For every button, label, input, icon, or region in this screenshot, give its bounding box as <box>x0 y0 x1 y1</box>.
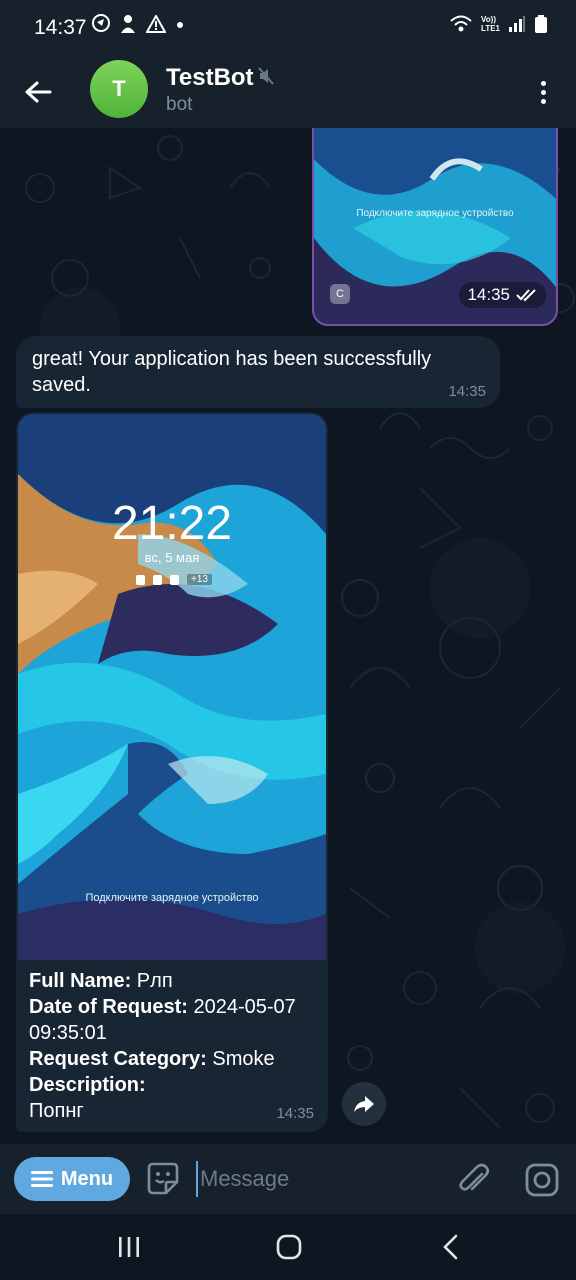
notification-person-icon <box>121 15 135 33</box>
image-badge: C <box>330 284 350 304</box>
message-time: 14:35 <box>276 1105 314 1122</box>
system-navigation-bar <box>0 1214 576 1280</box>
dot-icon <box>177 22 183 28</box>
home-icon[interactable] <box>274 1232 304 1262</box>
caption-line-date: Date of Request: 2024-05-07 09:35:01 <box>29 994 321 1046</box>
hamburger-icon <box>30 1171 53 1187</box>
notification-icon <box>170 574 179 585</box>
bot-menu-button[interactable]: Menu <box>14 1157 130 1201</box>
maps-pin-icon <box>92 14 110 32</box>
chat-area[interactable]: Подключите зарядное устройство C 14:35 g… <box>0 128 576 1144</box>
message-composer: Menu <box>0 1144 576 1214</box>
status-notification-icons <box>92 14 185 34</box>
caption-label: Date of Request: <box>29 996 188 1018</box>
caption-value: Рлп <box>131 970 173 992</box>
battery-icon <box>535 15 547 33</box>
back-arrow-icon <box>25 81 52 103</box>
message-text: great! Your application has been success… <box>32 348 432 396</box>
message-caption: Full Name: Рлп Date of Request: 2024-05-… <box>29 968 321 1124</box>
signal-icon <box>509 16 525 32</box>
caption-label: Full Name: <box>29 970 132 992</box>
notification-icon <box>153 574 162 585</box>
warning-icon <box>146 15 166 33</box>
lockscreen-clock: 21:22 <box>111 497 233 550</box>
chat-subtitle: bot <box>166 94 193 115</box>
incoming-text-message[interactable]: great! Your application has been success… <box>16 336 500 408</box>
message-time-pill: 14:35 <box>459 282 546 308</box>
volte-label: Vo)) <box>481 15 496 24</box>
status-system-icons: Vo)) LTE1 <box>449 14 548 34</box>
caption-value: Попнг <box>29 1100 84 1122</box>
notification-icon <box>136 574 145 585</box>
lockscreen-screenshot[interactable]: 21:22 вс, 5 мая +13 Подключите зарядное … <box>18 414 326 960</box>
more-options-button[interactable] <box>528 70 558 114</box>
share-icon <box>354 1096 374 1112</box>
mute-icon <box>258 67 274 85</box>
incoming-image-message[interactable]: 21:22 вс, 5 мая +13 Подключите зарядное … <box>16 412 328 1132</box>
caption-value: Smoke <box>206 1048 275 1070</box>
paperclip-icon[interactable] <box>454 1160 494 1200</box>
camera-icon[interactable] <box>522 1160 562 1200</box>
more-vert-dot <box>540 98 546 104</box>
double-check-icon <box>516 289 536 302</box>
chat-header: T TestBot bot <box>0 58 576 128</box>
avatar[interactable]: T <box>90 60 148 118</box>
more-vert-icon <box>540 80 546 86</box>
caption-label: Request Category: <box>29 1048 207 1070</box>
sticker-icon[interactable] <box>144 1160 182 1198</box>
notification-count: +13 <box>187 574 212 585</box>
chat-title[interactable]: TestBot <box>166 64 254 92</box>
status-time: 14:37 <box>34 16 87 39</box>
caption-line-description: Description: <box>29 1072 321 1098</box>
more-vert-dot <box>540 89 546 95</box>
outgoing-image-message[interactable]: Подключите зарядное устройство C 14:35 <box>312 128 558 326</box>
share-button[interactable] <box>342 1082 386 1126</box>
lockscreen-date: вс, 5 мая <box>144 550 200 565</box>
lockscreen-charging-text: Подключите зарядное устройство <box>356 208 514 219</box>
recents-icon[interactable] <box>114 1232 144 1262</box>
network-type: Vo)) LTE1 <box>481 15 500 33</box>
caption-line-category: Request Category: Smoke <box>29 1046 321 1072</box>
message-time: 14:35 <box>448 383 486 400</box>
message-time: 14:35 <box>467 285 510 304</box>
nav-back-icon[interactable] <box>436 1232 466 1262</box>
message-input[interactable] <box>196 1161 442 1197</box>
caption-line-full-name: Full Name: Рлп <box>29 968 321 994</box>
lockscreen-notification-icons: +13 <box>136 574 212 585</box>
lockscreen-charging-text: Подключите зарядное устройство <box>85 892 259 904</box>
wifi-icon <box>450 15 472 32</box>
status-bar: 14:37 Vo)) LTE1 <box>0 0 576 58</box>
back-button[interactable] <box>16 70 60 114</box>
menu-label: Menu <box>60 1167 114 1190</box>
caption-label: Description: <box>29 1074 146 1096</box>
lte-label: LTE1 <box>481 24 500 33</box>
